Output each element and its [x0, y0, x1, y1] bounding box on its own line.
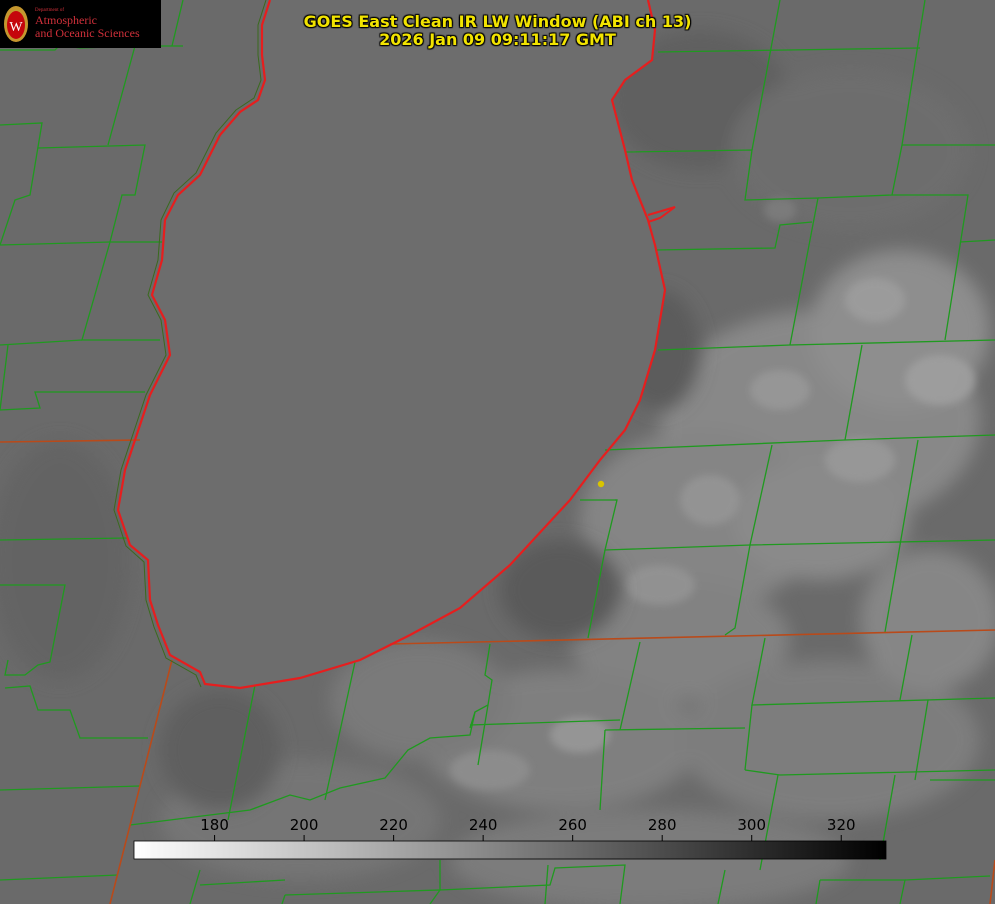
colorbar-tick-label: 200 [290, 816, 319, 834]
colorbar-tick-label: 240 [469, 816, 498, 834]
image-timestamp: 2026 Jan 09 09:11:17 GMT [379, 30, 616, 49]
colorbar-tick-label: 180 [200, 816, 229, 834]
colorbar-tick-label: 300 [737, 816, 766, 834]
site-marker-dot [597, 480, 605, 488]
colorbar-tick-label: 280 [648, 816, 677, 834]
colorbar-tick-label: 260 [558, 816, 587, 834]
colorbar-tick-label: 220 [379, 816, 408, 834]
image-title: GOES East Clean IR LW Window (ABI ch 13) [303, 12, 692, 31]
satellite-map: 180 200 220 240 260 280 300 320 [0, 0, 995, 904]
colorbar-tick-label: 320 [827, 816, 856, 834]
colorbar-gradient [133, 840, 887, 860]
satellite-image-viewer: 180 200 220 240 260 280 300 320 W Department of… [0, 0, 995, 904]
